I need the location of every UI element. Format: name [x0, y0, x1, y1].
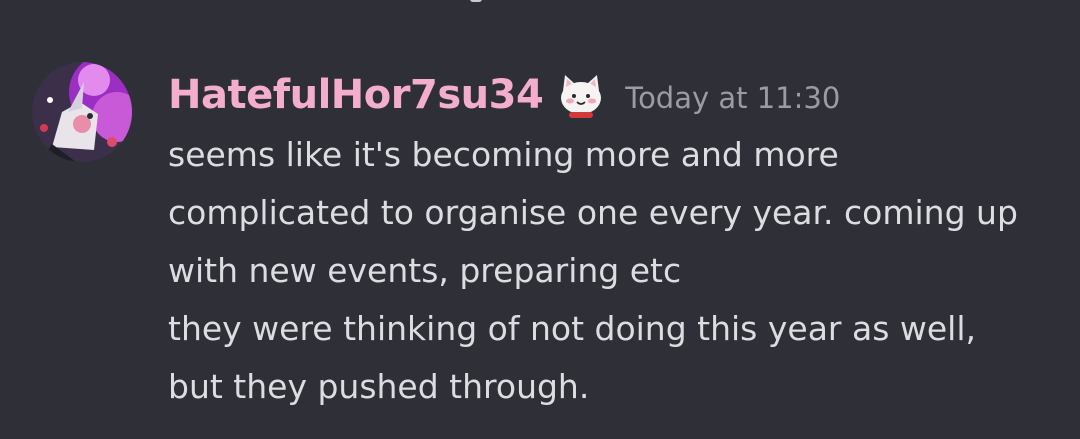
message-content[interactable]: seems like it's becoming more and more c… — [168, 126, 1068, 416]
user-avatar[interactable] — [32, 62, 132, 162]
message-timestamp[interactable]: Today at 11:30 — [625, 81, 840, 115]
message-line: seems like it's becoming more and more — [168, 135, 839, 174]
message-line: they were thinking of not doing this yea… — [168, 309, 977, 348]
unicorn-avatar-icon — [32, 62, 132, 162]
message-line: with new events, preparing etc — [168, 251, 682, 290]
message-line: but they pushed through. — [168, 367, 590, 406]
message-header: HatefulHor7su34 Today at 11:30 — [168, 64, 840, 126]
username[interactable]: HatefulHor7su34 — [168, 72, 544, 118]
cat-badge-icon — [555, 69, 607, 121]
message-line: complicated to organise one every year. … — [168, 193, 1018, 232]
scroll-edge-indicator — [470, 0, 482, 2]
